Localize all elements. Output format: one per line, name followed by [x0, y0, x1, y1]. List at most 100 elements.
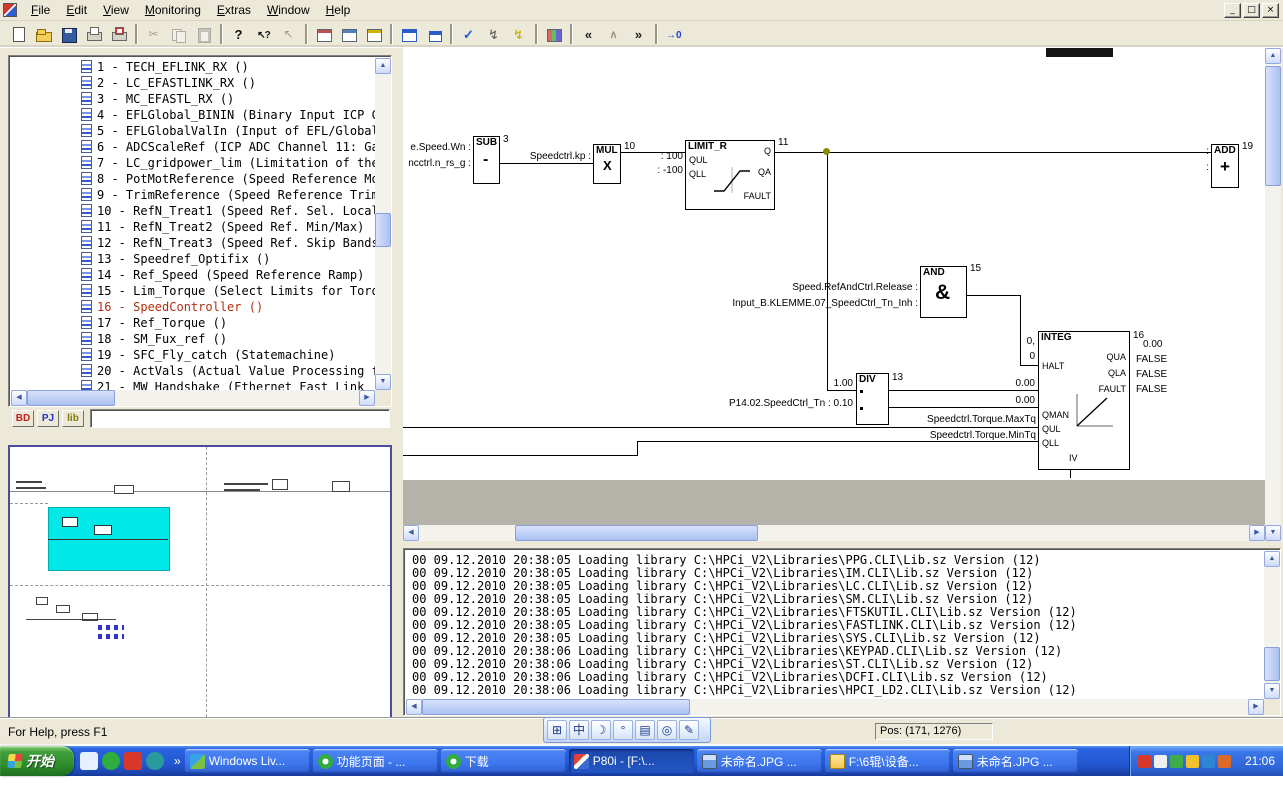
menu-item[interactable]: File [23, 1, 58, 19]
tree-item[interactable]: 6 - ADCScaleRef (ICP ADC Channel 11: Gai… [11, 140, 375, 156]
scroll-up-arrow[interactable] [1265, 48, 1281, 64]
tree-item[interactable]: 20 - ActVals (Actual Value Processing fo… [11, 364, 375, 380]
tree-item[interactable]: 1 - TECH_EFLINK_RX () [11, 60, 375, 76]
scroll-left-arrow[interactable] [406, 699, 422, 715]
fb-sub[interactable]: SUB 3 - [473, 136, 500, 184]
tree-item[interactable]: 10 - RefN_Treat1 (Speed Ref. Sel. Local/… [11, 204, 375, 220]
taskbar-button[interactable]: 未命名.JPG ... [953, 749, 1078, 773]
quick-launch-icon[interactable] [146, 752, 164, 770]
toolbar-button[interactable] [227, 23, 250, 45]
tree-item[interactable]: 18 - SM_Fux_ref () [11, 332, 375, 348]
tree-item[interactable]: 2 - LC_EFASTLINK_RX () [11, 76, 375, 92]
toolbar-button[interactable] [507, 23, 530, 45]
toolbar-button[interactable] [192, 23, 215, 45]
ime-icon[interactable]: ⊞ [547, 720, 567, 740]
toolbar-button[interactable] [7, 23, 30, 45]
close-button[interactable]: × [1262, 3, 1279, 18]
toolbar-button[interactable] [627, 23, 650, 45]
taskbar-button[interactable]: 功能页面 - ... [313, 749, 438, 773]
diagram-canvas[interactable]: SUB 3 - MUL 10 X LIMIT_R 11 QUL QLL Q QA… [403, 48, 1265, 525]
toolbar-button[interactable] [457, 23, 480, 45]
scrollbar-thumb[interactable] [27, 390, 115, 406]
scroll-up-arrow[interactable] [1264, 551, 1280, 567]
restore-button[interactable]: □ [1243, 3, 1260, 18]
canvas-horizontal-scrollbar[interactable] [403, 525, 1265, 541]
log-horizontal-scrollbar[interactable] [406, 699, 1264, 715]
tree-item[interactable]: 4 - EFLGlobal_BININ (Binary Input ICP CA… [11, 108, 375, 124]
toolbar-button[interactable] [542, 23, 565, 45]
tree-item[interactable]: 8 - PotMotReference (Speed Reference Mot… [11, 172, 375, 188]
tree-item[interactable]: 19 - SFC_Fly_catch (Statemachine) [11, 348, 375, 364]
toolbar-button[interactable] [312, 23, 335, 45]
fb-limit-r[interactable]: LIMIT_R 11 QUL QLL Q QA FAULT [685, 140, 775, 210]
quick-launch-icon[interactable] [80, 752, 98, 770]
tree-item[interactable]: 12 - RefN_Treat3 (Speed Ref. Skip Bands) [11, 236, 375, 252]
ime-icon[interactable]: ▤ [635, 720, 655, 740]
panel-tab[interactable]: PJ [37, 410, 59, 427]
quick-launch-icon[interactable] [124, 752, 142, 770]
scroll-left-arrow[interactable] [403, 525, 419, 541]
scroll-right-arrow[interactable] [1248, 699, 1264, 715]
toolbar-button[interactable] [602, 23, 625, 45]
toolbar-button[interactable] [57, 23, 80, 45]
scrollbar-thumb[interactable] [375, 213, 391, 247]
taskbar-button[interactable]: F:\6辊\设备... [825, 749, 950, 773]
tray-icon[interactable] [1186, 755, 1199, 768]
scroll-left-arrow[interactable] [11, 390, 27, 406]
clipped-block[interactable] [1046, 48, 1113, 57]
scroll-up-arrow[interactable] [375, 58, 391, 74]
panel-tab[interactable]: lib [62, 410, 84, 427]
tree-item[interactable]: 14 - Ref_Speed (Speed Reference Ramp) [11, 268, 375, 284]
tree-item[interactable]: 11 - RefN_Treat2 (Speed Ref. Min/Max) [11, 220, 375, 236]
log-vertical-scrollbar[interactable] [1264, 551, 1280, 699]
scroll-down-arrow[interactable] [1264, 683, 1280, 699]
tray-icon[interactable] [1170, 755, 1183, 768]
quick-launch-overflow-chevron[interactable]: » [170, 754, 185, 768]
scroll-right-arrow[interactable] [1249, 525, 1265, 541]
tree-item[interactable]: 5 - EFLGlobalValIn (Input of EFL/Global … [11, 124, 375, 140]
tree-item[interactable]: 16 - SpeedController () [11, 300, 375, 316]
fb-add[interactable]: ADD 19 + [1211, 144, 1239, 188]
fb-mul[interactable]: MUL 10 X [593, 144, 621, 184]
minimize-button[interactable]: _ [1224, 3, 1241, 18]
overview-panel[interactable] [8, 445, 392, 719]
fb-and[interactable]: AND 15 & [920, 266, 967, 318]
tree-horizontal-scrollbar[interactable] [11, 390, 375, 406]
tree-item[interactable]: 21 - MW_Handshake (Ethernet Fast Link [11, 380, 375, 390]
taskbar-button[interactable]: 未命名.JPG ... [697, 749, 822, 773]
tray-icon[interactable] [1202, 755, 1215, 768]
tree-item[interactable]: 9 - TrimReference (Speed Reference Trim … [11, 188, 375, 204]
tree-item[interactable]: 15 - Lim_Torque (Select Limits for Torqu… [11, 284, 375, 300]
tree-item[interactable]: 17 - Ref_Torque () [11, 316, 375, 332]
toolbar-button[interactable] [662, 23, 685, 45]
toolbar-button[interactable] [142, 23, 165, 45]
toolbar-button[interactable] [577, 23, 600, 45]
tray-icon[interactable] [1138, 755, 1151, 768]
toolbar-button[interactable] [167, 23, 190, 45]
scrollbar-thumb[interactable] [515, 525, 758, 541]
tree-item[interactable]: 13 - Speedref_Optifix () [11, 252, 375, 268]
ime-icon[interactable]: ◎ [657, 720, 677, 740]
quick-launch-icon[interactable] [102, 752, 120, 770]
toolbar-button[interactable] [482, 23, 505, 45]
tray-icon[interactable] [1154, 755, 1167, 768]
ime-language-bar[interactable]: ⊞中☽°▤◎✎ [543, 717, 711, 743]
toolbar-button[interactable] [397, 23, 420, 45]
ime-icon[interactable]: ☽ [591, 720, 611, 740]
filter-input[interactable] [90, 409, 390, 428]
scroll-right-arrow[interactable] [359, 390, 375, 406]
toolbar-button[interactable] [337, 23, 360, 45]
tray-icon[interactable] [1218, 755, 1231, 768]
menu-item[interactable]: Window [259, 1, 318, 19]
tree-item[interactable]: 7 - LC_gridpower_lim (Limitation of the … [11, 156, 375, 172]
toolbar-button[interactable] [82, 23, 105, 45]
menu-item[interactable]: Edit [58, 1, 95, 19]
toolbar-button[interactable] [362, 23, 385, 45]
ime-icon[interactable]: ° [613, 720, 633, 740]
toolbar-button[interactable] [32, 23, 55, 45]
menu-item[interactable]: Monitoring [137, 1, 209, 19]
scroll-down-arrow[interactable] [375, 374, 391, 390]
menu-item[interactable]: View [95, 1, 137, 19]
toolbar-button[interactable] [252, 23, 275, 45]
start-button[interactable]: 开始 [0, 746, 74, 776]
